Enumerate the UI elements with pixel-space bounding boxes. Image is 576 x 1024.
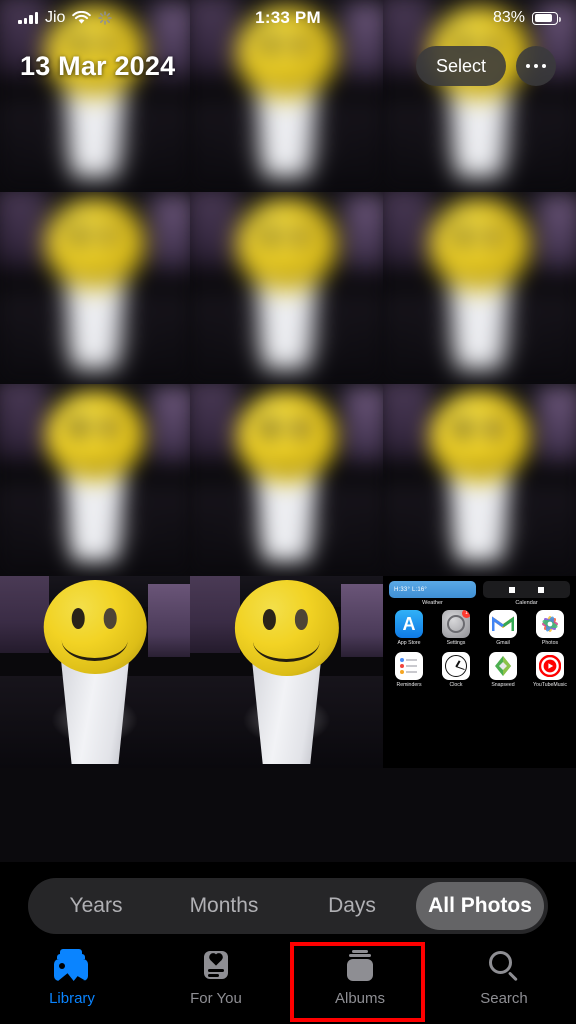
photo-thumbnail[interactable] — [0, 576, 190, 768]
status-bar-left: Jio — [18, 9, 255, 27]
photo-grid-row — [0, 384, 576, 576]
photo-thumbnail[interactable] — [383, 192, 576, 384]
clock-icon — [442, 651, 470, 680]
home-app-label: App Store — [397, 639, 421, 646]
home-app-label: Settings — [446, 639, 466, 646]
clock-label: 1:33 PM — [255, 8, 321, 27]
app-store-icon: A — [395, 609, 423, 638]
home-app-label: Snapseed — [491, 681, 515, 688]
segment-years[interactable]: Years — [32, 882, 160, 930]
weather-widget: H:33° L:16° Weather — [389, 581, 476, 606]
settings-icon: 1 — [442, 609, 470, 638]
page-title: 13 Mar 2024 — [20, 50, 176, 81]
tab-label: Library — [49, 990, 95, 1007]
more-ellipsis-icon — [541, 63, 547, 69]
header-actions: Select — [415, 46, 556, 86]
home-app-youtube-music: YouTubeMusic — [530, 651, 570, 688]
activity-spinner-icon — [98, 11, 113, 25]
magnifier-icon — [485, 948, 523, 984]
home-app-label: YouTubeMusic — [533, 681, 567, 688]
tab-bar: Library For You Albums Search — [0, 936, 576, 1024]
tab-albums[interactable]: Albums — [288, 936, 432, 1024]
segment-all-photos[interactable]: All Photos — [416, 882, 544, 930]
photo-thumbnail-screenshot[interactable]: H:33° L:16° Weather Calendar A App Store… — [383, 576, 576, 768]
home-app-settings: 1 Settings — [436, 609, 476, 646]
timeline-segmented-control[interactable]: Years Months Days All Photos — [28, 878, 548, 934]
for-you-card-icon — [197, 948, 235, 984]
select-button[interactable]: Select — [415, 46, 506, 86]
youtube-music-icon — [536, 651, 564, 680]
battery-icon — [532, 11, 561, 25]
calendar-widget: Calendar — [483, 581, 570, 606]
weather-widget-label: Weather — [422, 599, 443, 606]
home-screen-screenshot: H:33° L:16° Weather Calendar A App Store… — [383, 576, 576, 768]
tab-label: Search — [480, 990, 528, 1007]
home-app-snapseed: Snapseed — [483, 651, 523, 688]
home-app-reminders: Reminders — [389, 651, 429, 688]
home-app-label: Photos — [541, 639, 559, 646]
settings-badge: 1 — [462, 609, 470, 618]
home-app-label: Reminders — [396, 681, 422, 688]
more-options-button[interactable] — [516, 46, 556, 86]
tab-for-you[interactable]: For You — [144, 936, 288, 1024]
tab-label: For You — [190, 990, 242, 1007]
tab-search[interactable]: Search — [432, 936, 576, 1024]
photo-thumbnail[interactable] — [190, 192, 383, 384]
status-bar-center: 1:33 PM — [255, 8, 321, 28]
calendar-square-icon — [508, 586, 515, 593]
photo-thumbnail[interactable] — [0, 384, 190, 576]
weather-widget-text: H:33° L:16° — [394, 586, 428, 593]
nav-header: 13 Mar 2024 Select — [0, 38, 576, 94]
segment-days[interactable]: Days — [288, 882, 416, 930]
photo-thumbnail[interactable] — [383, 384, 576, 576]
photo-grid[interactable]: H:33° L:16° Weather Calendar A App Store… — [0, 0, 576, 862]
home-app-clock: Clock — [436, 651, 476, 688]
status-bar-right: 83% — [321, 9, 561, 27]
home-app-photos: Photos — [530, 609, 570, 646]
home-app-label: Clock — [449, 681, 463, 688]
carrier-label: Jio — [45, 9, 66, 26]
tab-library[interactable]: Library — [0, 936, 144, 1024]
more-ellipsis-icon — [533, 63, 539, 69]
photos-icon — [536, 609, 564, 638]
photos-app-screen: H:33° L:16° Weather Calendar A App Store… — [0, 0, 576, 1024]
photo-thumbnail[interactable] — [190, 576, 383, 768]
photo-grid-row: H:33° L:16° Weather Calendar A App Store… — [0, 576, 576, 768]
status-bar: Jio 1:33 PM 83% — [0, 0, 576, 36]
calendar-square-icon — [538, 586, 545, 593]
albums-box-icon — [341, 948, 379, 984]
tab-label: Albums — [334, 990, 386, 1007]
home-app-app-store: A App Store — [389, 609, 429, 646]
segment-months[interactable]: Months — [160, 882, 288, 930]
calendar-widget-label: Calendar — [515, 599, 538, 606]
battery-percent-label: 83% — [492, 9, 525, 26]
photo-thumbnail[interactable] — [190, 384, 383, 576]
photo-thumbnail[interactable] — [0, 192, 190, 384]
home-app-gmail: Gmail — [483, 609, 523, 646]
photo-grid-row — [0, 192, 576, 384]
home-app-label: Gmail — [496, 639, 510, 646]
reminders-icon — [395, 651, 423, 680]
cellular-bars-icon — [18, 12, 38, 24]
more-ellipsis-icon — [525, 63, 531, 69]
snapseed-icon — [489, 651, 517, 680]
wifi-icon — [72, 11, 92, 24]
gmail-icon — [489, 609, 517, 638]
photo-stack-icon — [53, 948, 91, 984]
